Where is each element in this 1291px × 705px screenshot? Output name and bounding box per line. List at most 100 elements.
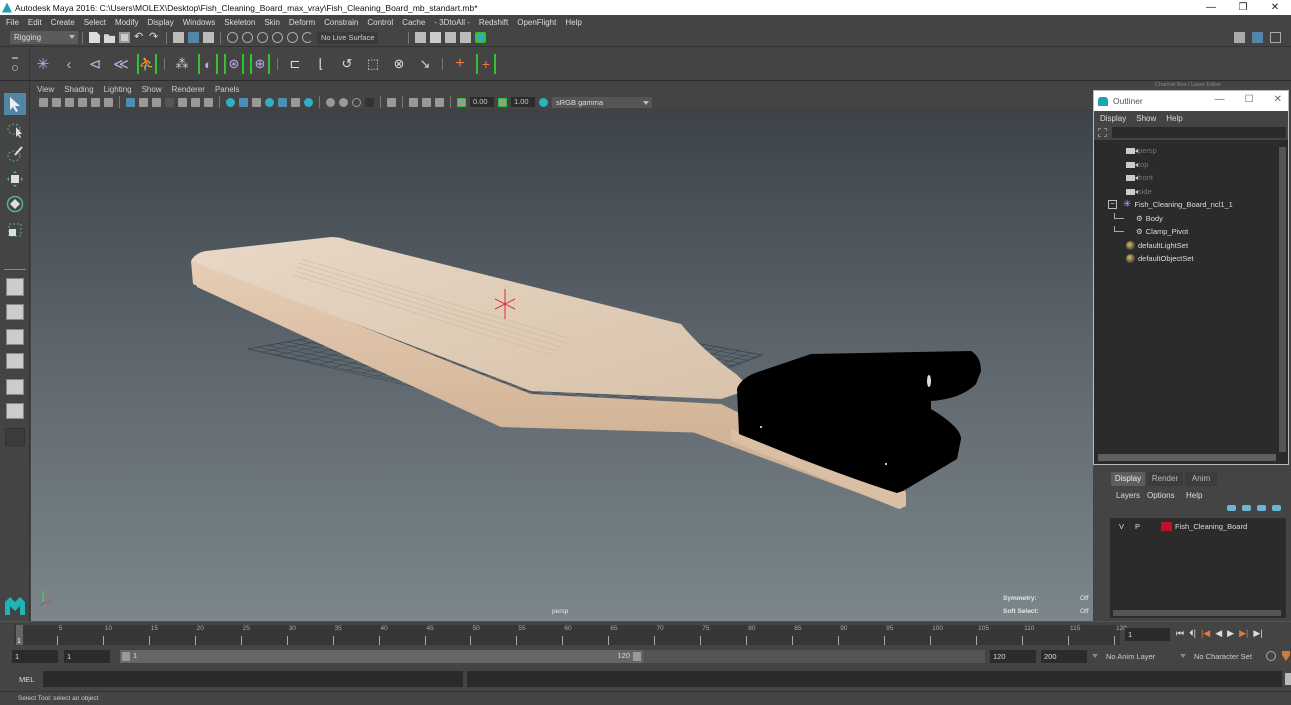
- layer-row[interactable]: V P Fish_Cleaning_Board: [1110, 520, 1286, 533]
- outliner-search-input[interactable]: [1112, 127, 1286, 138]
- outliner-item-persp[interactable]: persp: [1126, 144, 1157, 157]
- shelf-tab-controls[interactable]: [0, 47, 30, 81]
- insert-joint-icon[interactable]: ≪: [111, 54, 131, 74]
- grid-toggle-icon[interactable]: [126, 97, 135, 107]
- select-camera-icon[interactable]: [39, 97, 48, 107]
- range-end-handle[interactable]: [633, 652, 641, 661]
- set-driven-key-icon[interactable]: +: [476, 54, 496, 74]
- hypershade-layout-button[interactable]: [6, 403, 24, 419]
- paint-select-tool[interactable]: [4, 143, 26, 165]
- color-management-icon[interactable]: [539, 97, 548, 107]
- single-perspective-layout-button[interactable]: [6, 278, 24, 296]
- scale-tool[interactable]: [4, 219, 26, 241]
- film-gate-icon[interactable]: [139, 97, 148, 107]
- view-transform-dropdown[interactable]: sRGB gamma: [552, 96, 652, 108]
- hypershade-icon[interactable]: [475, 32, 487, 43]
- screen-space-ao-icon[interactable]: [326, 97, 335, 107]
- outliner-title-bar[interactable]: Outliner — ☐ ✕: [1094, 91, 1288, 111]
- wireframe-on-shaded-icon[interactable]: [265, 97, 274, 107]
- gate-mask-icon[interactable]: [165, 97, 174, 107]
- gamma-icon[interactable]: [498, 97, 507, 107]
- layer-color-swatch[interactable]: [1161, 522, 1172, 531]
- snap-to-curve-icon[interactable]: [242, 32, 253, 43]
- parent-constraint-icon[interactable]: ⊏: [285, 54, 305, 74]
- character-set-dropdown[interactable]: No Character Set: [1191, 650, 1259, 663]
- command-language-toggle[interactable]: MEL: [19, 675, 34, 684]
- outliner-item-top[interactable]: top: [1126, 158, 1148, 171]
- select-by-hierarchy-icon[interactable]: [173, 32, 184, 43]
- use-all-lights-icon[interactable]: [291, 97, 300, 107]
- outliner-vertical-scrollbar[interactable]: [1279, 147, 1286, 452]
- select-by-component-icon[interactable]: [203, 32, 214, 43]
- motion-blur-icon[interactable]: [339, 97, 348, 107]
- outliner-maximize-button[interactable]: ☐: [1245, 94, 1254, 105]
- four-view-layout-button[interactable]: [6, 304, 24, 320]
- command-input[interactable]: [43, 671, 463, 687]
- menu-select[interactable]: Select: [84, 18, 106, 27]
- script-editor-icon[interactable]: [1285, 673, 1291, 685]
- tab-display[interactable]: Display: [1111, 472, 1145, 486]
- menu-control[interactable]: Control: [367, 18, 393, 27]
- step-forward-frame-button[interactable]: ▶|: [1253, 628, 1262, 639]
- snap-to-grid-icon[interactable]: [227, 32, 238, 43]
- outliner-minimize-button[interactable]: —: [1215, 94, 1225, 105]
- 2d-pan-zoom-icon[interactable]: [91, 97, 100, 107]
- anti-aliasing-icon[interactable]: [352, 97, 361, 107]
- menu-redshift[interactable]: Redshift: [479, 18, 508, 27]
- layer-playback-toggle[interactable]: P: [1135, 522, 1161, 531]
- bookmarks-icon[interactable]: [65, 97, 74, 107]
- chevron-down-icon[interactable]: [1092, 654, 1098, 658]
- menu-edit[interactable]: Edit: [28, 18, 42, 27]
- outliner-item-front[interactable]: front: [1126, 171, 1153, 184]
- point-constraint-icon[interactable]: ⌊: [311, 54, 331, 74]
- modeling-toolkit-icon[interactable]: [1234, 32, 1245, 43]
- menu-file[interactable]: File: [6, 18, 19, 27]
- undo-icon[interactable]: ↶: [134, 32, 145, 43]
- viewport-menu-view[interactable]: View: [37, 85, 54, 94]
- layer-horizontal-scrollbar[interactable]: [1113, 610, 1281, 616]
- new-empty-layer-icon[interactable]: [1257, 505, 1266, 511]
- exposure-icon[interactable]: [457, 97, 466, 107]
- xray-active-components-icon[interactable]: [422, 97, 431, 107]
- make-live-icon[interactable]: [302, 32, 313, 43]
- snap-to-point-icon[interactable]: [257, 32, 268, 43]
- custom-layout-button[interactable]: [5, 428, 25, 446]
- auto-key-icon[interactable]: [1266, 651, 1276, 661]
- bind-skin-icon[interactable]: ⁂: [172, 54, 192, 74]
- menu-windows[interactable]: Windows: [183, 18, 215, 27]
- minimize-button[interactable]: —: [1195, 0, 1227, 15]
- time-ruler[interactable]: 1 5 10 15 20 25 30 35 40 45 50 55 60 65 70 75 80 85 90 95 1…: [14, 625, 1127, 645]
- lattice-icon[interactable]: ⊛: [224, 54, 244, 74]
- scale-constraint-icon[interactable]: ⬚: [363, 54, 383, 74]
- xray-joints-icon[interactable]: [435, 97, 444, 107]
- orient-constraint-icon[interactable]: ↺: [337, 54, 357, 74]
- menu-openflight[interactable]: OpenFlight: [517, 18, 556, 27]
- tool-settings-toggle-icon[interactable]: [1270, 32, 1281, 43]
- menu-skeleton[interactable]: Skeleton: [224, 18, 255, 27]
- viewport-menu-show[interactable]: Show: [142, 85, 162, 94]
- menu-3dtoall[interactable]: - 3DtoAll -: [434, 18, 470, 27]
- render-current-frame-icon[interactable]: [430, 32, 442, 43]
- snap-to-projected-center-icon[interactable]: [272, 32, 283, 43]
- outliner-close-button[interactable]: ✕: [1274, 94, 1282, 105]
- ipr-render-icon[interactable]: [445, 32, 457, 43]
- animation-preferences-icon[interactable]: [1282, 651, 1290, 661]
- menu-cache[interactable]: Cache: [402, 18, 425, 27]
- wireframe-icon[interactable]: [226, 97, 235, 107]
- current-frame-field[interactable]: 1: [1125, 628, 1170, 641]
- safe-action-icon[interactable]: [191, 97, 200, 107]
- move-layer-up-icon[interactable]: [1227, 505, 1236, 511]
- outliner-menu-display[interactable]: Display: [1100, 114, 1126, 123]
- smooth-shade-icon[interactable]: [239, 97, 248, 107]
- collapse-toggle-icon[interactable]: −: [1108, 200, 1117, 209]
- textured-icon[interactable]: [278, 97, 287, 107]
- gamma-field[interactable]: 1.00: [511, 97, 535, 107]
- menu-display[interactable]: Display: [148, 18, 174, 27]
- close-button[interactable]: ✕: [1259, 0, 1291, 15]
- playback-end-field[interactable]: 120: [990, 650, 1036, 663]
- shelf-tabs-toggle-icon[interactable]: [11, 57, 18, 59]
- new-layer-from-selected-icon[interactable]: [1272, 505, 1281, 511]
- viewport-menu-shading[interactable]: Shading: [64, 85, 93, 94]
- viewport-menu-panels[interactable]: Panels: [215, 85, 239, 94]
- safe-title-icon[interactable]: [204, 97, 213, 107]
